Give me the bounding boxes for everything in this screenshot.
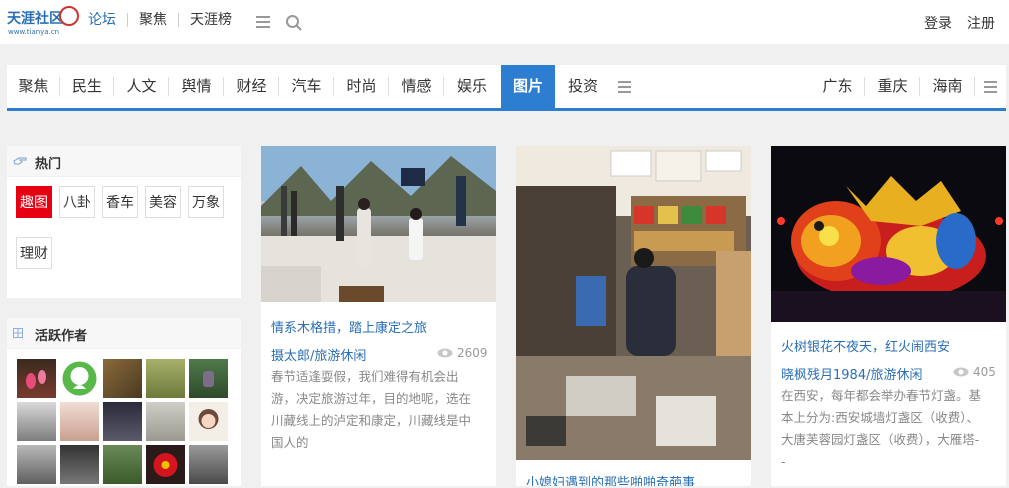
author-avatar[interactable] (146, 359, 185, 398)
card-image[interactable] (261, 146, 496, 302)
author-avatar[interactable] (60, 359, 99, 398)
top-bar: 天涯社区 www.tianya.cn 论坛 聚焦 天涯榜 登录 注册 (0, 0, 1009, 44)
author-avatar[interactable] (189, 359, 228, 398)
card-description: 春节适逢耍假，我们难得有机会出 游，决定旅游过年，目的地呢，选在 川藏线上的泸定… (271, 366, 486, 454)
channel-entertainment[interactable]: 娱乐 (444, 65, 500, 108)
photo-card[interactable]: 小媳妇遇到的那些啪啪奇葩事 (516, 146, 751, 486)
channel-emotion[interactable]: 情感 (389, 65, 444, 108)
register-link[interactable]: 注册 (967, 13, 995, 33)
desc-line: 本上分为:西安城墙灯盏区（收费）、 (781, 410, 979, 425)
channel-finance[interactable]: 财经 (224, 65, 279, 108)
author-avatar[interactable] (103, 445, 142, 484)
channel-more-icon[interactable] (618, 81, 631, 93)
channel-pictures[interactable]: 图片 (501, 65, 555, 108)
hand-pointer-icon (13, 157, 27, 165)
author-avatar[interactable] (189, 402, 228, 441)
active-authors-panel: 活跃作者 (7, 318, 241, 486)
logo-url: www.tianya.cn (8, 28, 60, 36)
author-avatar[interactable] (146, 445, 185, 484)
top-nav-rank[interactable]: 天涯榜 (178, 13, 243, 27)
channel-bar: 聚焦 民生 人文 舆情 财经 汽车 时尚 情感 娱乐 图片 投资 广东 重庆 海… (7, 65, 1006, 111)
channel-auto[interactable]: 汽车 (279, 65, 334, 108)
desc-line: 在西安，每年都会举办春节灯盏。基 (781, 388, 982, 403)
author-avatar[interactable] (60, 402, 99, 441)
grid-icon (13, 328, 23, 338)
channel-guangdong[interactable]: 广东 (810, 65, 865, 108)
channel-fashion[interactable]: 时尚 (334, 65, 389, 108)
card-author[interactable]: 摄太郎/旅游休闲 (271, 345, 366, 364)
card-views: 2609 (437, 346, 488, 360)
tianya-logo[interactable]: 天涯社区 www.tianya.cn (7, 6, 79, 40)
photo-card[interactable]: 火树银花不夜天，红火闹西安 晓枫残月1984/旅游休闲 405 在西安，每年都会… (771, 146, 1006, 486)
author-avatar[interactable] (103, 359, 142, 398)
card-views-count: 2609 (457, 346, 488, 360)
channel-hainan[interactable]: 海南 (920, 65, 975, 108)
author-avatar[interactable] (17, 445, 56, 484)
tag-cars[interactable]: 香车 (102, 186, 138, 218)
eye-icon (437, 348, 453, 358)
channel-opinion[interactable]: 舆情 (169, 65, 224, 108)
card-image[interactable] (771, 146, 1006, 322)
authors-title: 活跃作者 (35, 329, 88, 344)
desc-line: 大唐芙蓉园灯盏区（收费），大雁塔- (781, 432, 980, 447)
photo-card[interactable]: 情系木格措，踏上康定之旅 摄太郎/旅游休闲 2609 春节适逢耍假，我们难得有机… (261, 146, 496, 486)
top-nav-focus[interactable]: 聚焦 (127, 13, 178, 27)
channel-livelihood[interactable]: 民生 (60, 65, 114, 108)
logo-text: 天涯社区 (7, 11, 63, 27)
tag-beauty[interactable]: 美容 (145, 186, 181, 218)
menu-icon[interactable] (256, 16, 270, 28)
card-title[interactable]: 小媳妇遇到的那些啪啪奇葩事 (526, 472, 695, 486)
card-description: 在西安，每年都会举办春节灯盏。基 本上分为:西安城墙灯盏区（收费）、 大唐芙蓉园… (781, 385, 1004, 473)
card-image[interactable] (516, 146, 751, 460)
tag-miscellany[interactable]: 万象 (188, 186, 224, 218)
desc-line: 春节适逢耍假，我们难得有机会出 (271, 369, 459, 384)
channel-chongqing[interactable]: 重庆 (865, 65, 920, 108)
card-author[interactable]: 晓枫残月1984/旅游休闲 (781, 364, 922, 383)
desc-line: 国人的 (271, 435, 309, 450)
channel-investment[interactable]: 投资 (557, 65, 609, 108)
card-views-count: 405 (973, 365, 996, 379)
desc-line: - (781, 454, 786, 469)
author-avatar[interactable] (189, 445, 228, 484)
tag-gossip[interactable]: 八卦 (59, 186, 95, 218)
hot-panel: 热门 趣图 八卦 香车 美容 万象 理财 (7, 146, 241, 298)
tag-funny[interactable]: 趣图 (16, 186, 52, 218)
author-avatar[interactable] (17, 359, 56, 398)
region-more-icon[interactable] (984, 81, 997, 93)
login-link[interactable]: 登录 (924, 13, 952, 33)
eye-icon (953, 367, 969, 377)
top-nav-forum[interactable]: 论坛 (88, 13, 127, 27)
desc-line: 川藏线上的泸定和康定，川藏线是中 (271, 413, 472, 428)
author-avatar[interactable] (17, 402, 56, 441)
hot-title: 热门 (35, 157, 62, 172)
top-nav: 论坛 聚焦 天涯榜 (88, 13, 243, 27)
card-title[interactable]: 火树银花不夜天，红火闹西安 (781, 336, 950, 355)
desc-line: 游，决定旅游过年，目的地呢，选在 (271, 391, 472, 406)
author-avatar[interactable] (103, 402, 142, 441)
authors-panel-header: 活跃作者 (7, 318, 241, 349)
author-avatar[interactable] (146, 402, 185, 441)
channel-humanities[interactable]: 人文 (114, 65, 169, 108)
search-icon[interactable] (285, 14, 303, 32)
logo-bubble-icon (59, 6, 79, 26)
card-views: 405 (953, 365, 996, 379)
author-avatar[interactable] (60, 445, 99, 484)
hot-panel-header: 热门 (7, 146, 241, 177)
card-title[interactable]: 情系木格措，踏上康定之旅 (271, 317, 427, 336)
tag-finance[interactable]: 理财 (16, 237, 52, 269)
channel-focus[interactable]: 聚焦 (7, 65, 60, 108)
